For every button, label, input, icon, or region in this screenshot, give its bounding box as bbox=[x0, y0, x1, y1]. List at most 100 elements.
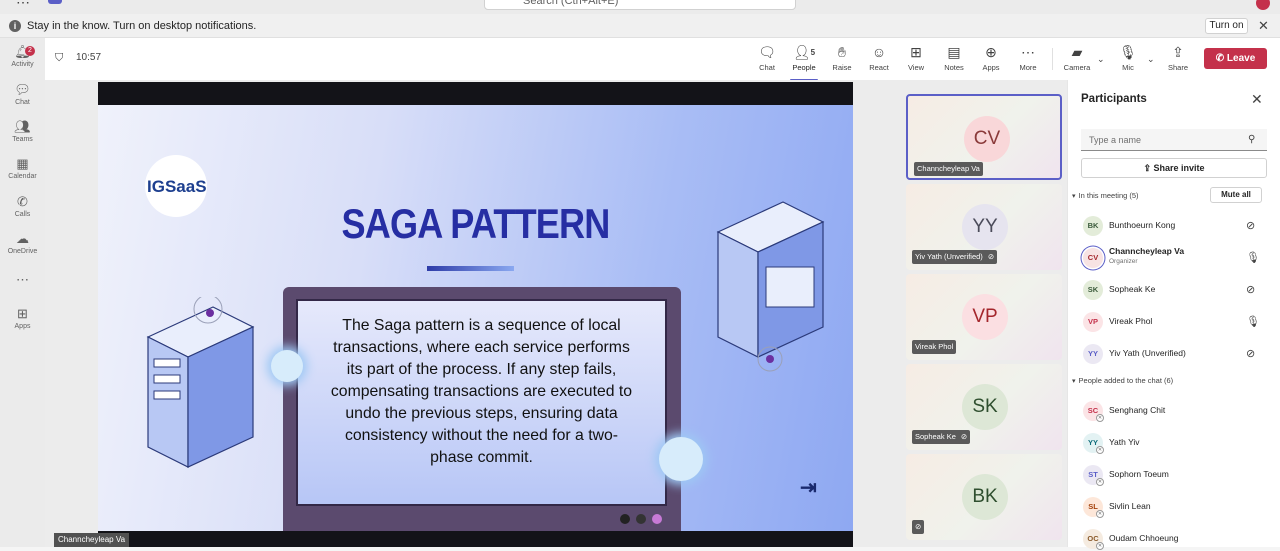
participant-row[interactable]: SC ✕ Senghang Chit bbox=[1081, 397, 1276, 423]
share-button[interactable]: ⇪ Share bbox=[1160, 44, 1196, 72]
camera-button[interactable]: ▰ Camera bbox=[1059, 44, 1095, 72]
tile-name-tag: Vireak Phol bbox=[912, 340, 957, 354]
presenter-name-tag: Channcheyleap Va bbox=[54, 533, 130, 547]
toolbar-label: Raise bbox=[832, 63, 852, 72]
add-app-icon: ⊕ bbox=[985, 44, 997, 60]
smiley-icon: ☺ bbox=[871, 44, 887, 60]
mic-icon[interactable]: 🎙︎ bbox=[1246, 315, 1260, 328]
toolbar-label: Mic bbox=[1122, 63, 1134, 72]
tile-name: Channcheyleap Va bbox=[917, 164, 980, 173]
rail-label: Apps bbox=[14, 323, 31, 330]
info-icon: i bbox=[9, 20, 21, 32]
video-tile[interactable]: YY Yiv Yath (Unverified) ⊘ bbox=[906, 184, 1062, 270]
participant-name: Senghang Chit bbox=[1109, 405, 1166, 415]
rail-label: Chat bbox=[15, 99, 30, 106]
share-invite-label: Share invite bbox=[1153, 163, 1205, 173]
raise-hand-button[interactable]: ✋︎ Raise bbox=[824, 44, 860, 72]
participant-row[interactable]: YY ✕ Yath Yiv bbox=[1081, 429, 1276, 455]
chat-status-icon: ✕ bbox=[1096, 446, 1104, 454]
rail-item-chat[interactable]: 💬︎ Chat bbox=[0, 82, 45, 106]
rail-item-calls[interactable]: ✆ Calls bbox=[0, 194, 45, 218]
cloud-icon: ☁ bbox=[16, 231, 29, 246]
search-icon: ⚲ bbox=[1248, 134, 1256, 145]
slide-logo: IGSaaS bbox=[145, 155, 207, 217]
mic-icon[interactable]: 🎙︎ bbox=[1246, 251, 1260, 264]
people-icon: 👤︎5 bbox=[792, 44, 816, 60]
video-tile[interactable]: BK ⊘ bbox=[906, 454, 1062, 540]
participant-name: Sopheak Ke bbox=[1109, 284, 1156, 294]
view-button[interactable]: ⊞ View bbox=[898, 44, 934, 72]
participant-row[interactable]: SK Sopheak Ke ⊘ bbox=[1081, 276, 1276, 302]
mic-off-icon: ⊘ bbox=[960, 432, 968, 441]
video-tile[interactable]: VP Vireak Phol bbox=[906, 274, 1062, 360]
participant-row[interactable]: VP Vireak Phol 🎙︎ bbox=[1081, 308, 1276, 334]
mute-all-button[interactable]: Mute all bbox=[1210, 187, 1262, 203]
participant-name: Channcheyleap Va bbox=[1109, 246, 1185, 256]
chevron-down-icon[interactable]: ⌄ bbox=[1147, 54, 1155, 65]
mic-off-icon[interactable]: ⊘ bbox=[1246, 219, 1255, 232]
participant-row[interactable]: YY Yiv Yath (Unverified) ⊘ bbox=[1081, 340, 1276, 366]
share-icon: ⇪ bbox=[1172, 44, 1184, 60]
people-button[interactable]: 👤︎5 People bbox=[786, 44, 822, 81]
chat-button[interactable]: 🗨︎ Chat bbox=[749, 44, 785, 72]
rail-item-teams[interactable]: 👥︎ Teams bbox=[0, 119, 45, 143]
in-meeting-section-toggle[interactable]: ▾ In this meeting (5) bbox=[1072, 191, 1139, 200]
chevron-down-icon[interactable]: ⌄ bbox=[1097, 54, 1105, 65]
avatar: VP bbox=[962, 294, 1008, 340]
notes-icon: ▤ bbox=[947, 44, 961, 60]
apps-button[interactable]: ⊕ Apps bbox=[973, 44, 1009, 72]
rail-item-activity[interactable]: 🔔︎ 2 Activity bbox=[0, 44, 45, 68]
bell-icon: 🔔︎ bbox=[14, 44, 31, 59]
more-button[interactable]: ⋯ More bbox=[1010, 44, 1046, 72]
section-label: In this meeting (5) bbox=[1078, 191, 1139, 200]
added-section-toggle[interactable]: ▾ People added to the chat (6) bbox=[1072, 376, 1173, 385]
share-invite-button[interactable]: ⇪ Share invite bbox=[1081, 158, 1267, 178]
window-more-icon[interactable]: ⋯ bbox=[16, 0, 30, 11]
rail-item-onedrive[interactable]: ☁ OneDrive bbox=[0, 231, 45, 255]
participant-search-input[interactable]: Type a name ⚲ bbox=[1081, 129, 1267, 151]
grid-icon: ⊞ bbox=[910, 44, 922, 60]
mic-off-icon: ⊘ bbox=[987, 252, 995, 261]
server-illustration-right bbox=[716, 201, 825, 372]
mic-button[interactable]: 🎙︎ Mic bbox=[1110, 44, 1146, 72]
profile-avatar[interactable] bbox=[1256, 0, 1270, 10]
meeting-timer: 10:57 bbox=[76, 52, 102, 63]
tile-name-tag: Yiv Yath (Unverified) ⊘ bbox=[912, 250, 998, 264]
rail-item-calendar[interactable]: ▦ Calendar bbox=[0, 156, 45, 180]
avatar: SK bbox=[962, 384, 1008, 430]
slide-top-bar bbox=[98, 82, 853, 105]
teams-icon: 👥︎ bbox=[14, 119, 31, 134]
more-icon: ⋯ bbox=[16, 272, 29, 287]
mic-off-icon[interactable]: ⊘ bbox=[1246, 283, 1255, 296]
participant-name: Yiv Yath (Unverified) bbox=[1109, 348, 1186, 358]
notes-button[interactable]: ▤ Notes bbox=[936, 44, 972, 72]
video-tile[interactable]: SK Sopheak Ke ⊘ bbox=[906, 364, 1062, 450]
leave-button[interactable]: ✆ Leave bbox=[1204, 48, 1267, 69]
participant-row[interactable]: OC ✕ Oudam Chhoeung bbox=[1081, 525, 1276, 551]
participant-row[interactable]: ST ✕ Sophorn Toeum bbox=[1081, 461, 1276, 487]
participant-row[interactable]: CV Channcheyleap Va Organizer 🎙︎ bbox=[1081, 244, 1276, 270]
rail-item-apps[interactable]: ⊞ Apps bbox=[0, 306, 45, 330]
avatar: CV bbox=[964, 116, 1010, 162]
toolbar-label: Camera bbox=[1063, 63, 1091, 72]
participant-row[interactable]: SL ✕ Sivlin Lean bbox=[1081, 493, 1276, 519]
server-illustration-left bbox=[146, 297, 255, 468]
mic-off-icon[interactable]: ⊘ bbox=[1246, 347, 1255, 360]
participant-row[interactable]: BK Bunthoeurn Kong ⊘ bbox=[1081, 212, 1276, 238]
camera-off-icon: ▰ bbox=[1071, 44, 1083, 60]
rail-item-more[interactable]: ⋯ bbox=[0, 272, 45, 288]
rail-label: Calls bbox=[14, 211, 31, 218]
react-button[interactable]: ☺ React bbox=[861, 44, 897, 72]
tile-name-tag: Channcheyleap Va bbox=[914, 162, 983, 176]
global-search-input[interactable]: Search (Ctrl+Alt+E) bbox=[484, 0, 796, 10]
turn-on-notifications-button[interactable]: Turn on bbox=[1205, 18, 1248, 34]
close-icon[interactable]: ✕ bbox=[1258, 18, 1269, 34]
calendar-icon: ▦ bbox=[16, 156, 29, 171]
slide-logo-text: IGSaaS bbox=[147, 177, 207, 196]
panel-title: Participants bbox=[1081, 93, 1147, 105]
close-icon[interactable]: ✕ bbox=[1251, 91, 1263, 108]
chat-icon: 🗨︎ bbox=[758, 44, 776, 60]
toolbar-label: People bbox=[792, 63, 816, 72]
video-tile[interactable]: CV Channcheyleap Va bbox=[906, 94, 1062, 180]
participant-name: Vireak Phol bbox=[1109, 316, 1153, 326]
